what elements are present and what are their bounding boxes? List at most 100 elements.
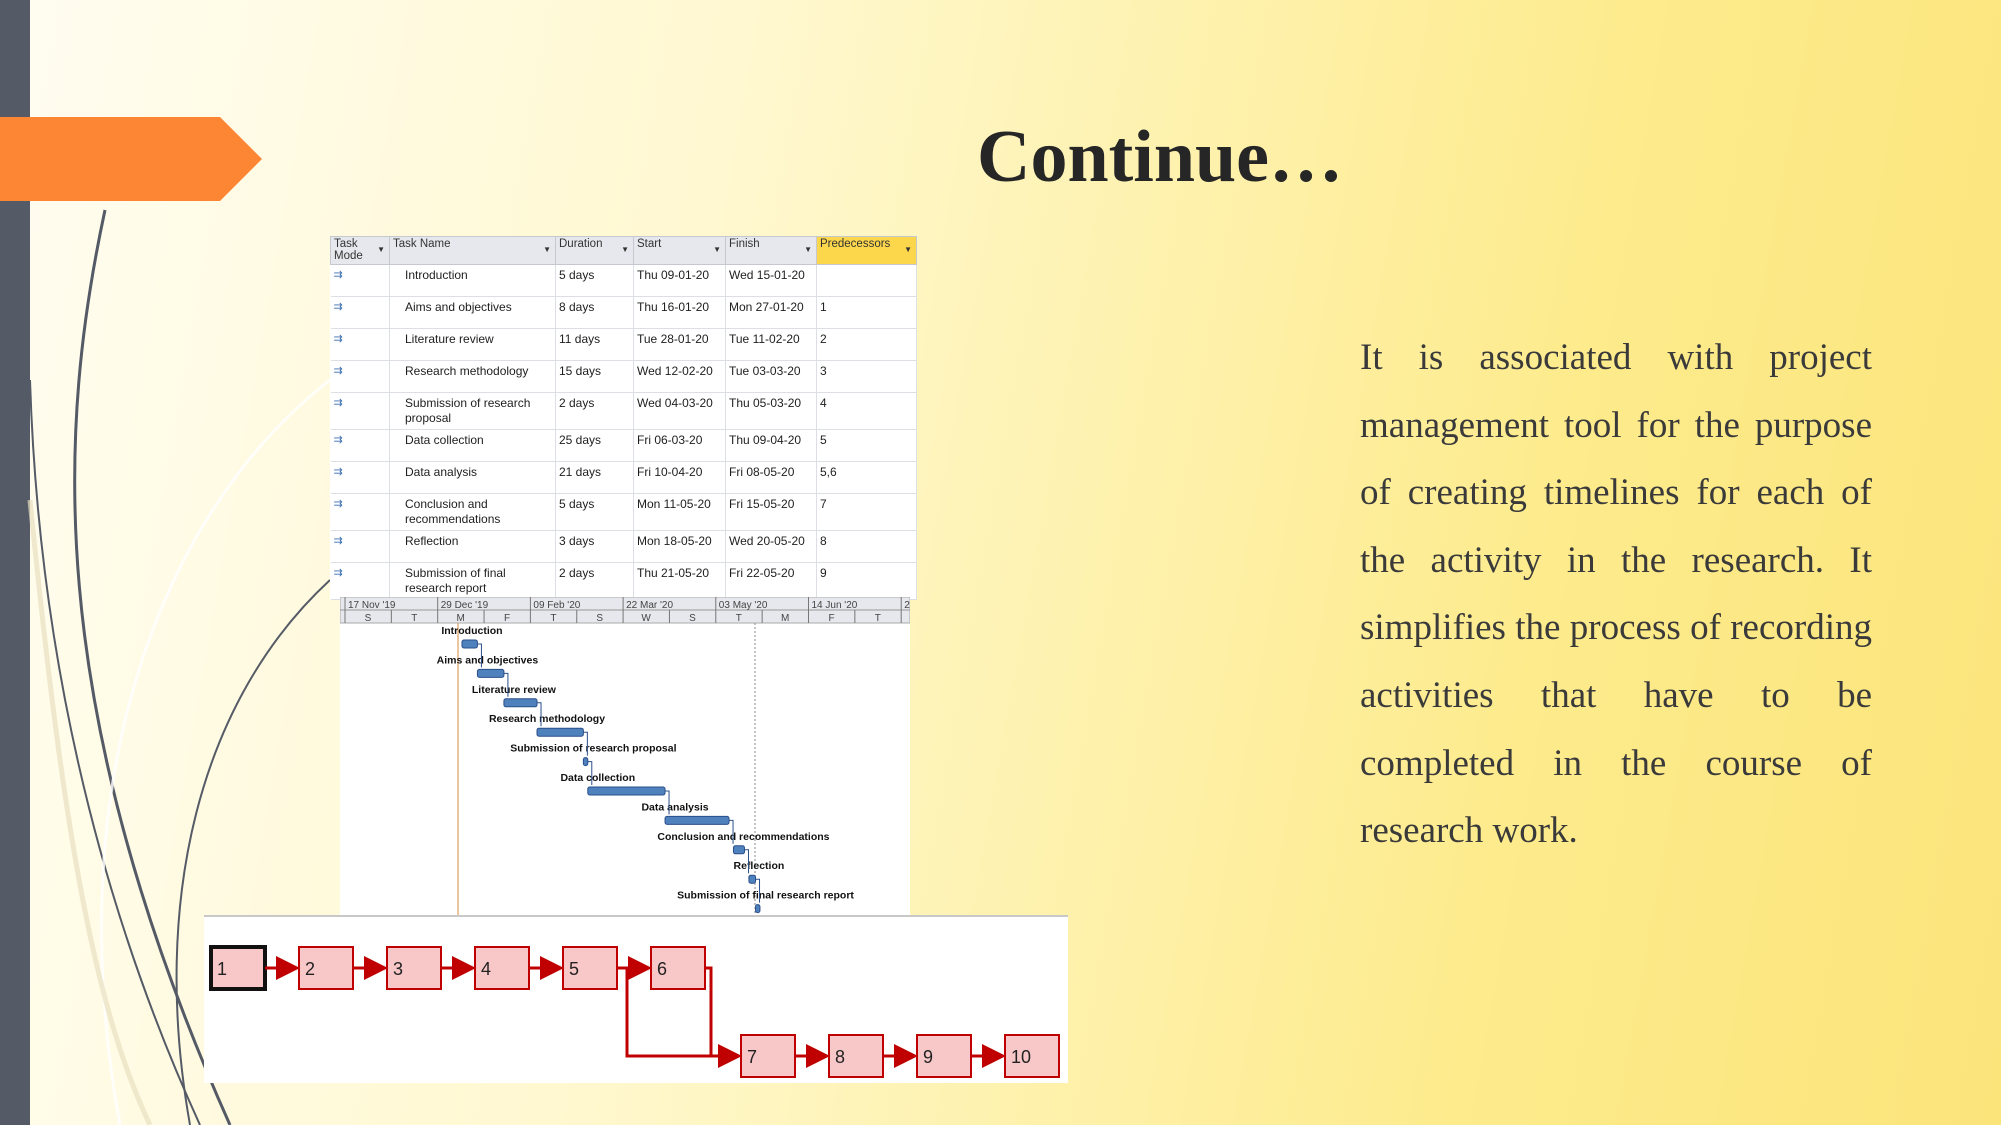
table-cell: 8	[816, 530, 917, 563]
column-header[interactable]: Finish ▼	[725, 236, 817, 265]
network-node-label: 6	[657, 959, 667, 979]
table-cell: Submission of research proposal	[389, 392, 556, 430]
column-header[interactable]: Start ▼	[633, 236, 726, 265]
column-header[interactable]: Duration ▼	[555, 236, 634, 265]
table-row[interactable]: ⇉ Submission of research proposal 2 days We…	[330, 392, 917, 430]
gantt-bar[interactable]	[503, 698, 538, 708]
major-tick-label: 03 May '20	[719, 600, 768, 611]
table-cell: Mon 11-05-20	[633, 493, 726, 531]
table-cell: Thu 09-01-20	[633, 264, 726, 297]
dropdown-arrow-icon[interactable]: ▼	[377, 245, 385, 254]
table-cell: Submission of final research report	[389, 562, 556, 600]
gantt-task-label: Data collection	[560, 772, 635, 784]
minor-tick-label: T	[736, 613, 742, 624]
table-cell: 5 days	[555, 264, 634, 297]
minor-tick-label: S	[689, 613, 696, 624]
minor-tick-label: W	[641, 613, 651, 624]
minor-tick-label: F	[504, 613, 510, 624]
slide-title: Continue…	[977, 116, 1343, 198]
major-tick-label: 14 Jun '20	[812, 600, 858, 611]
column-header[interactable]: Predecessors ▼	[816, 236, 917, 265]
minor-tick-label: F	[828, 613, 834, 624]
table-cell: Fri 22-05-20	[725, 562, 817, 600]
table-cell: Data analysis	[389, 461, 556, 494]
table-row[interactable]: ⇉ Data collection 25 days Fri 06-03-20 Thu 0…	[330, 429, 917, 462]
gantt-task-label: Reflection	[734, 860, 785, 872]
gantt-bar[interactable]	[732, 845, 745, 855]
table-row[interactable]: ⇉ Reflection 3 days Mon 18-05-20 Wed 20-05-2…	[330, 530, 917, 563]
table-cell: Research methodology	[389, 360, 556, 393]
gantt-bar[interactable]	[536, 727, 584, 737]
dropdown-arrow-icon[interactable]: ▼	[904, 245, 912, 254]
table-cell: 8 days	[555, 296, 634, 329]
task-mode-icon: ⇉	[330, 296, 390, 329]
table-cell: 1	[816, 296, 917, 329]
gantt-bar[interactable]	[664, 815, 730, 825]
table-row[interactable]: ⇉ Conclusion and recommendations 5 days Mon…	[330, 493, 917, 531]
table-row[interactable]: ⇉ Research methodology 15 days Wed 12-02-20…	[330, 360, 917, 393]
table-cell: Aims and objectives	[389, 296, 556, 329]
minor-tick-label: M	[781, 613, 789, 624]
title-accent-arrow	[0, 117, 262, 201]
table-cell: 3 days	[555, 530, 634, 563]
gantt-chart: 17 Nov '19 29 Dec '19 09 Feb '20 22 Mar '20…	[340, 597, 910, 915]
gantt-bar[interactable]	[748, 874, 757, 884]
dropdown-arrow-icon[interactable]: ▼	[621, 245, 629, 254]
network-node-label: 1	[217, 959, 227, 979]
gantt-task-label: Research methodology	[489, 713, 605, 725]
minor-tick-label: S	[365, 613, 372, 624]
major-tick-label: 22 Mar '20	[626, 600, 673, 611]
table-cell: Tue 28-01-20	[633, 328, 726, 361]
task-mode-icon: ⇉	[330, 360, 390, 393]
gantt-bar[interactable]	[755, 904, 761, 914]
network-node-label: 7	[747, 1047, 757, 1067]
dropdown-arrow-icon[interactable]: ▼	[713, 245, 721, 254]
column-header-label: Duration	[559, 238, 603, 250]
table-cell: 5 days	[555, 493, 634, 531]
table-cell: 7	[816, 493, 917, 531]
table-cell: 11 days	[555, 328, 634, 361]
gantt-task-label: Submission of research proposal	[510, 743, 676, 755]
table-cell: Mon 18-05-20	[633, 530, 726, 563]
dropdown-arrow-icon[interactable]: ▼	[804, 245, 812, 254]
table-cell: Fri 08-05-20	[725, 461, 817, 494]
dropdown-arrow-icon[interactable]: ▼	[543, 245, 551, 254]
network-node-label: 3	[393, 959, 403, 979]
slide-paragraph: It is associated with project management…	[1360, 337, 1872, 852]
gantt-bar[interactable]	[461, 639, 478, 649]
column-header-label: Task Mode	[334, 238, 363, 262]
table-cell: Tue 11-02-20	[725, 328, 817, 361]
table-row[interactable]: ⇉ Submission of final research report 2 da…	[330, 562, 917, 600]
column-header[interactable]: Task Mode ▼	[330, 236, 390, 265]
task-mode-icon: ⇉	[330, 493, 390, 531]
gantt-bar[interactable]	[476, 668, 505, 678]
major-tick-label: 17 Nov '19	[348, 600, 396, 611]
column-header-label: Start	[637, 238, 662, 250]
column-header[interactable]: Task Name ▼	[389, 236, 556, 265]
table-cell: 2 days	[555, 392, 634, 430]
network-node-label: 10	[1011, 1047, 1031, 1067]
table-cell: 25 days	[555, 429, 634, 462]
table-cell: Thu 21-05-20	[633, 562, 726, 600]
major-tick-label: 29 Dec '19	[441, 600, 489, 611]
table-cell: 3	[816, 360, 917, 393]
gantt-bar[interactable]	[587, 786, 666, 796]
network-node-label: 5	[569, 959, 579, 979]
task-mode-icon: ⇉	[330, 461, 390, 494]
table-cell: Fri 10-04-20	[633, 461, 726, 494]
table-cell: 2	[816, 328, 917, 361]
table-cell: Mon 27-01-20	[725, 296, 817, 329]
gantt-bar[interactable]	[582, 757, 589, 767]
minor-tick-label: T	[411, 613, 417, 624]
gantt-task-label: Data analysis	[641, 801, 708, 813]
major-tick-label: 2	[904, 600, 910, 611]
table-row[interactable]: ⇉ Literature review 11 days Tue 28-01-20 Tue…	[330, 328, 917, 361]
table-row[interactable]: ⇉ Data analysis 21 days Fri 10-04-20 Fri 08-…	[330, 461, 917, 494]
table-cell: 15 days	[555, 360, 634, 393]
table-row[interactable]: ⇉ Introduction 5 days Thu 09-01-20 Wed 15-01…	[330, 264, 917, 297]
table-cell: 5	[816, 429, 917, 462]
network-diagram: 1 2 3 4 5 6 7 8 9 10	[204, 915, 1068, 1083]
minor-tick-label: T	[550, 613, 556, 624]
table-row[interactable]: ⇉ Aims and objectives 8 days Thu 16-01-20 Mo…	[330, 296, 917, 329]
network-node-label: 9	[923, 1047, 933, 1067]
